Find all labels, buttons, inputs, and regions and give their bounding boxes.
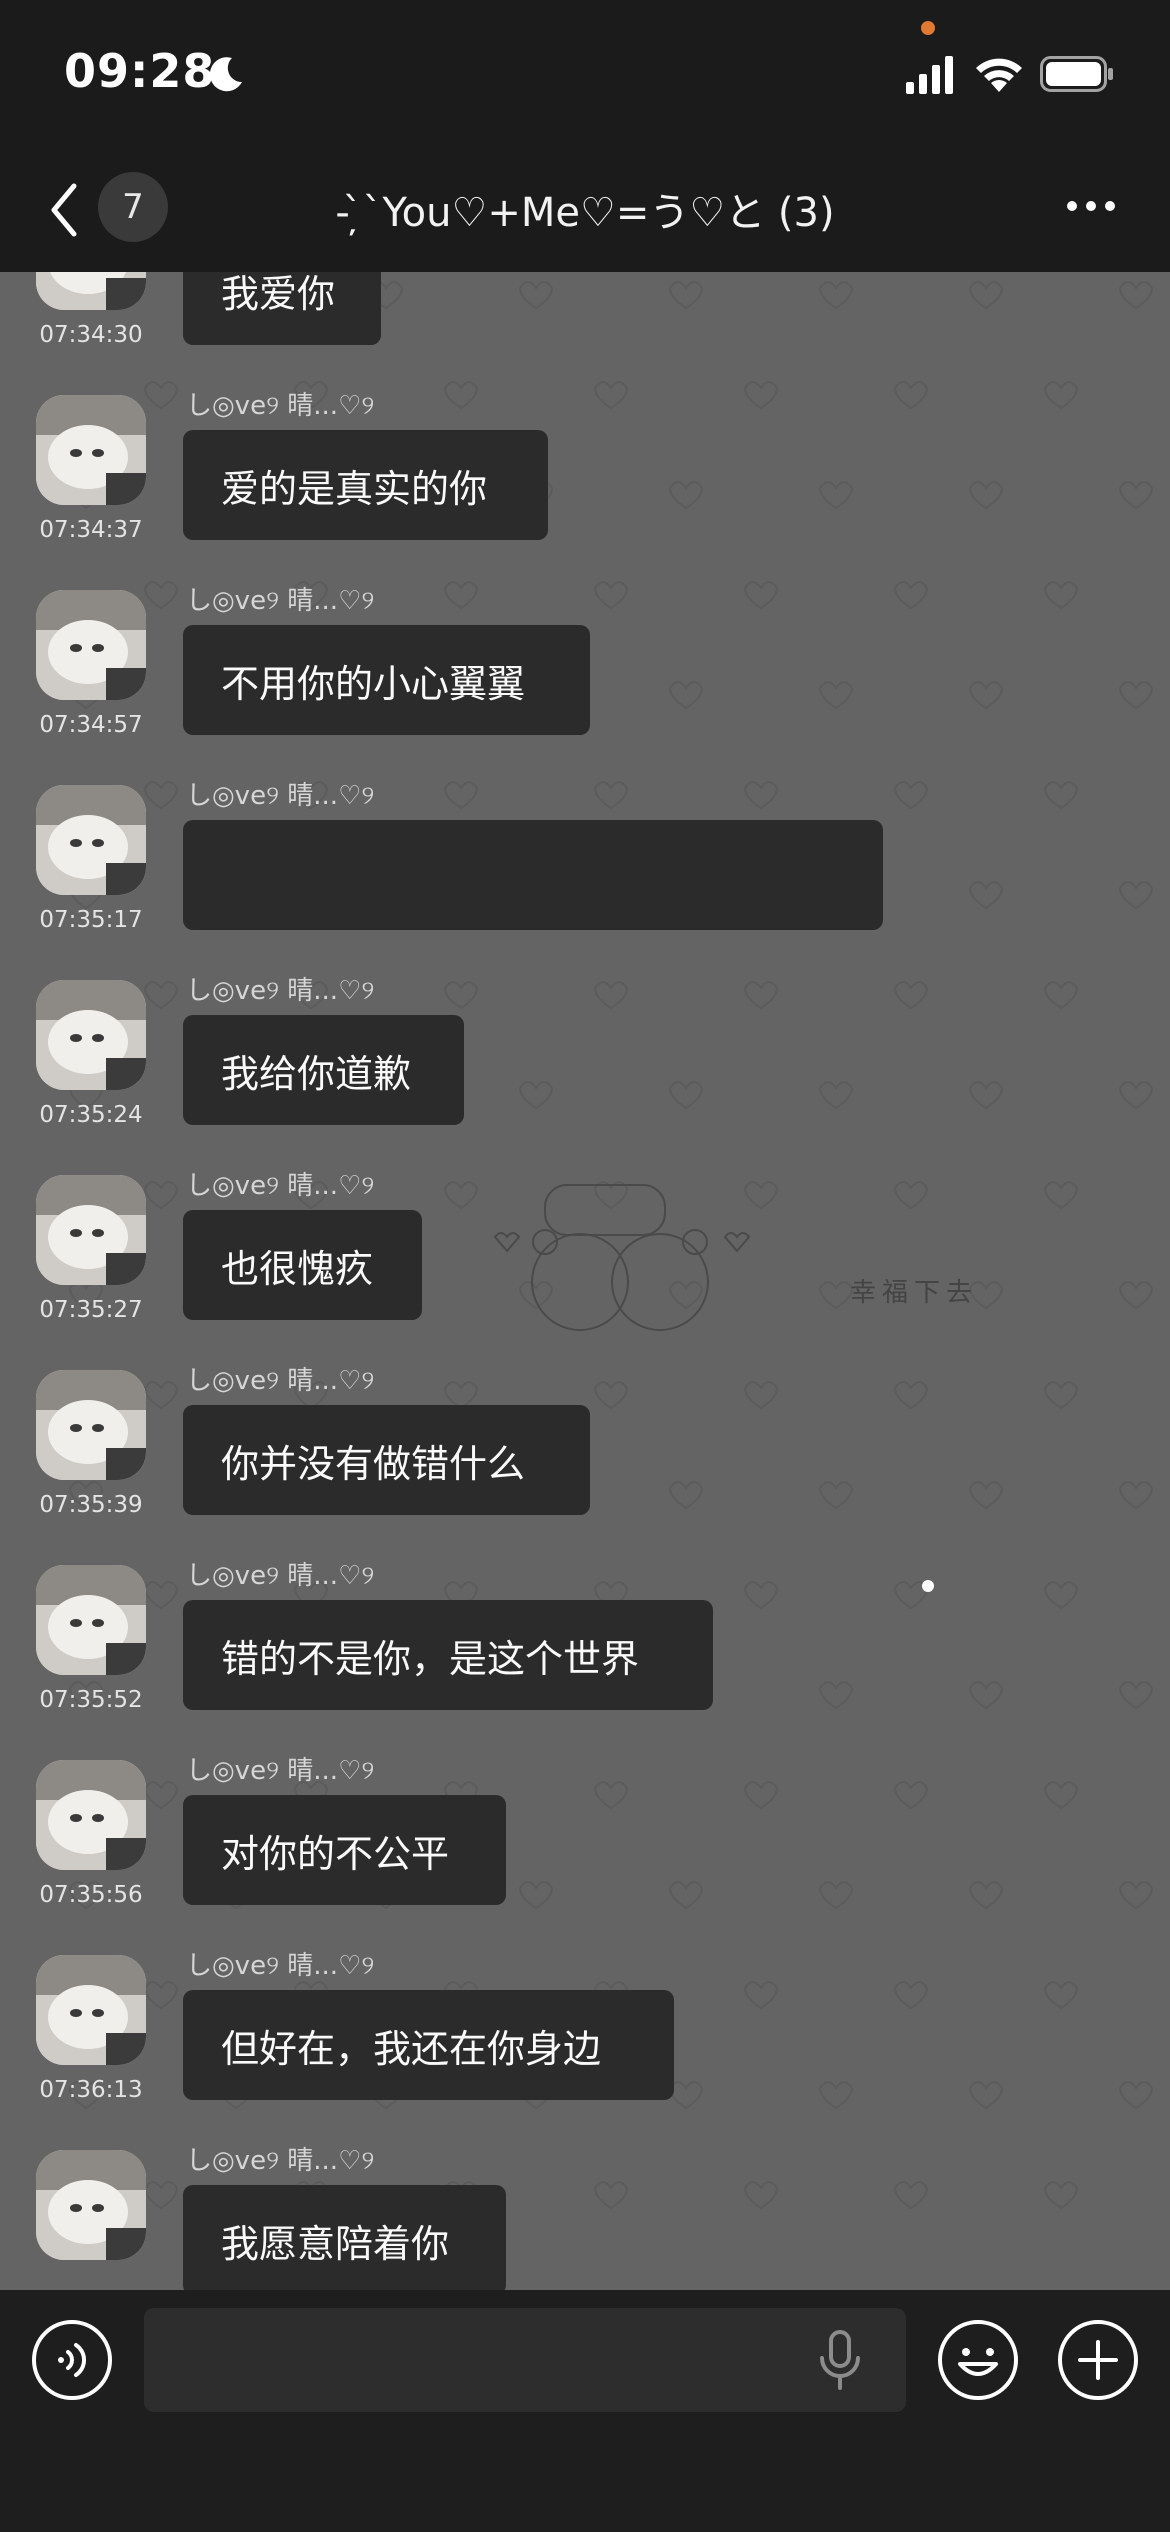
- message-row: 07:35:27 し◎ve୨ 晴...♡୨ 也很愧疚: [0, 1171, 1170, 1370]
- avatar[interactable]: [36, 1565, 146, 1675]
- message-row: 07:35:52 し◎ve୨ 晴...♡୨ 错的不是你，是这个世界: [0, 1561, 1170, 1760]
- message-row: 07:35:17 し◎ve୨ 晴...♡୨: [0, 781, 1170, 980]
- message-row: 07:35:24 し◎ve୨ 晴...♡୨ 我给你道歉: [0, 976, 1170, 1175]
- sender-name: し◎ve୨ 晴...♡୨: [186, 781, 375, 811]
- message-bubble[interactable]: 但好在，我还在你身边: [183, 1990, 674, 2100]
- message-row: 07:34:57 し◎ve୨ 晴...♡୨ 不用你的小心翼翼: [0, 586, 1170, 785]
- message-row: 07:36:13 し◎ve୨ 晴...♡୨ 但好在，我还在你身边: [0, 1951, 1170, 2150]
- chat-header: 7 - ̦̀`You♡+Me♡=う♡と (3): [0, 150, 1170, 272]
- message-bubble[interactable]: 爱的是真实的你: [183, 430, 548, 540]
- avatar[interactable]: [36, 785, 146, 895]
- message-input[interactable]: [144, 2308, 906, 2412]
- avatar[interactable]: [36, 980, 146, 1090]
- message-row: し◎ve୨ 晴...♡୨ 我愿意陪着你: [0, 2146, 1170, 2290]
- avatar[interactable]: [36, 1955, 146, 2065]
- message-bubble[interactable]: 我愿意陪着你: [183, 2185, 506, 2290]
- message-row: 07:35:39 し◎ve୨ 晴...♡୨ 你并没有做错什么: [0, 1366, 1170, 1565]
- battery-icon: [1040, 56, 1113, 92]
- chat-title: - ̦̀`You♡+Me♡=う♡と (3): [335, 190, 835, 236]
- message-timestamp: 07:36:13: [39, 2077, 143, 2103]
- unread-count-badge[interactable]: 7: [98, 172, 168, 242]
- message-timestamp: 07:35:52: [39, 1687, 143, 1713]
- message-bubble[interactable]: [183, 820, 883, 930]
- chevron-left-icon[interactable]: [44, 180, 84, 240]
- more-dots-icon[interactable]: [1066, 194, 1116, 218]
- sender-name: し◎ve୨ 晴...♡୨: [186, 1171, 375, 1201]
- status-bar: 09:28: [0, 0, 1170, 150]
- avatar[interactable]: [36, 2150, 146, 2260]
- message-bubble[interactable]: 不用你的小心翼翼: [183, 625, 590, 735]
- sender-name: し◎ve୨ 晴...♡୨: [186, 1756, 375, 1786]
- floating-dot: [922, 1580, 934, 1592]
- status-time: 09:28: [64, 44, 216, 98]
- message-row: 07:35:56 し◎ve୨ 晴...♡୨ 对你的不公平: [0, 1756, 1170, 1955]
- message-row: 07:34:30 我爱你: [0, 272, 1170, 395]
- wifi-icon: [976, 58, 1022, 92]
- cellular-signal-icon: [906, 56, 953, 94]
- avatar[interactable]: [36, 395, 146, 505]
- message-bubble[interactable]: 也很愧疚: [183, 1210, 422, 1320]
- message-bubble[interactable]: 错的不是你，是这个世界: [183, 1600, 713, 1710]
- input-bar: [0, 2290, 1170, 2532]
- sender-name: し◎ve୨ 晴...♡୨: [186, 586, 375, 616]
- message-bubble[interactable]: 我给你道歉: [183, 1015, 464, 1125]
- sender-name: し◎ve୨ 晴...♡୨: [186, 1561, 375, 1591]
- avatar[interactable]: [36, 1175, 146, 1285]
- sender-name: し◎ve୨ 晴...♡୨: [186, 1366, 375, 1396]
- message-timestamp: 07:34:37: [39, 517, 143, 543]
- message-timestamp: 07:35:17: [39, 907, 143, 933]
- message-timestamp: 07:34:57: [39, 712, 143, 738]
- sender-name: し◎ve୨ 晴...♡୨: [186, 976, 375, 1006]
- sender-name: し◎ve୨ 晴...♡୨: [186, 2146, 375, 2176]
- privacy-indicator-dot: [921, 21, 935, 35]
- moon-icon: [209, 57, 242, 92]
- avatar[interactable]: [36, 1760, 146, 1870]
- emoji-icon[interactable]: [936, 2318, 1020, 2402]
- voice-icon[interactable]: [30, 2318, 114, 2402]
- message-timestamp: 07:34:30: [39, 322, 143, 348]
- microphone-icon[interactable]: [810, 2328, 870, 2392]
- message-bubble[interactable]: 你并没有做错什么: [183, 1405, 590, 1515]
- avatar[interactable]: [36, 272, 146, 310]
- avatar[interactable]: [36, 1370, 146, 1480]
- message-timestamp: 07:35:24: [39, 1102, 143, 1128]
- sender-name: し◎ve୨ 晴...♡୨: [186, 1951, 375, 1981]
- message-timestamp: 07:35:56: [39, 1882, 143, 1908]
- message-list[interactable]: 幸福下去 07:34:30 我爱你 07:34:37 し◎ve୨ 晴...♡୨ 爱的是真…: [0, 272, 1170, 2290]
- message-bubble[interactable]: 我爱你: [183, 272, 381, 345]
- sender-name: し◎ve୨ 晴...♡୨: [186, 391, 375, 421]
- message-timestamp: 07:35:27: [39, 1297, 143, 1323]
- avatar[interactable]: [36, 590, 146, 700]
- message-row: 07:34:37 し◎ve୨ 晴...♡୨ 爱的是真实的你: [0, 391, 1170, 590]
- message-bubble[interactable]: 对你的不公平: [183, 1795, 506, 1905]
- message-timestamp: 07:35:39: [39, 1492, 143, 1518]
- plus-icon[interactable]: [1056, 2318, 1140, 2402]
